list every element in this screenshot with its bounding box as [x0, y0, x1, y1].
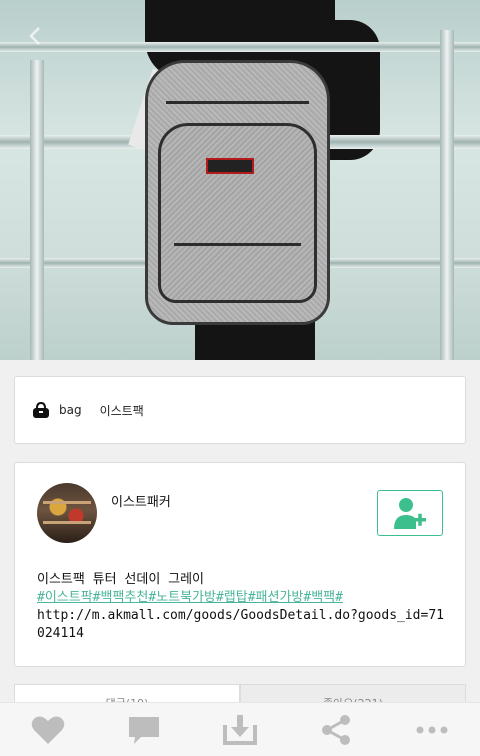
add-user-icon: [394, 498, 426, 529]
brand-logo: [206, 158, 254, 174]
avatar-detail: [43, 501, 91, 504]
category-card[interactable]: bag 이스트팩: [14, 376, 466, 444]
heart-icon: [31, 716, 65, 744]
comment-icon: [129, 716, 159, 744]
bag-icon: [33, 401, 49, 418]
like-button[interactable]: [20, 708, 76, 752]
share-icon: [322, 714, 350, 745]
avatar[interactable]: [37, 483, 97, 543]
backpack: [145, 60, 330, 325]
bag-zipper-lower: [174, 243, 301, 246]
more-button[interactable]: [404, 708, 460, 752]
comment-button[interactable]: [116, 708, 172, 752]
rail-post-right: [440, 30, 454, 360]
bottom-action-bar: [0, 702, 480, 756]
avatar-detail: [43, 521, 91, 524]
share-button[interactable]: [308, 708, 364, 752]
download-icon: [223, 714, 257, 745]
category-subcategory: 이스트팩: [99, 403, 144, 418]
username[interactable]: 이스트패커: [111, 491, 171, 510]
post-link[interactable]: http://m.akmall.com/goods/GoodsDetail.do…: [37, 607, 447, 643]
category-name: bag: [59, 403, 82, 417]
post-content: 이스트팩 튜터 선데이 그레이 #이스트팍#백팩추천#노트북가방#랩탑#패션가방…: [37, 571, 447, 643]
rail-post-left: [30, 60, 44, 360]
upper-rail: [0, 42, 480, 52]
bag-zipper: [166, 101, 309, 104]
more-icon: [416, 726, 448, 733]
post-photo[interactable]: [0, 0, 480, 360]
bag-front-panel: [158, 123, 317, 303]
post-hashtags[interactable]: #이스트팍#백팩추천#노트북가방#랩탑#패션가방#백팩#: [37, 589, 447, 607]
follow-button[interactable]: [377, 490, 443, 536]
back-arrow-icon[interactable]: [24, 24, 48, 48]
post-card: 이스트패커 이스트팩 튜터 선데이 그레이 #이스트팍#백팩추천#노트북가방#랩…: [14, 462, 466, 667]
post-title: 이스트팩 튜터 선데이 그레이: [37, 572, 205, 587]
download-button[interactable]: [212, 708, 268, 752]
